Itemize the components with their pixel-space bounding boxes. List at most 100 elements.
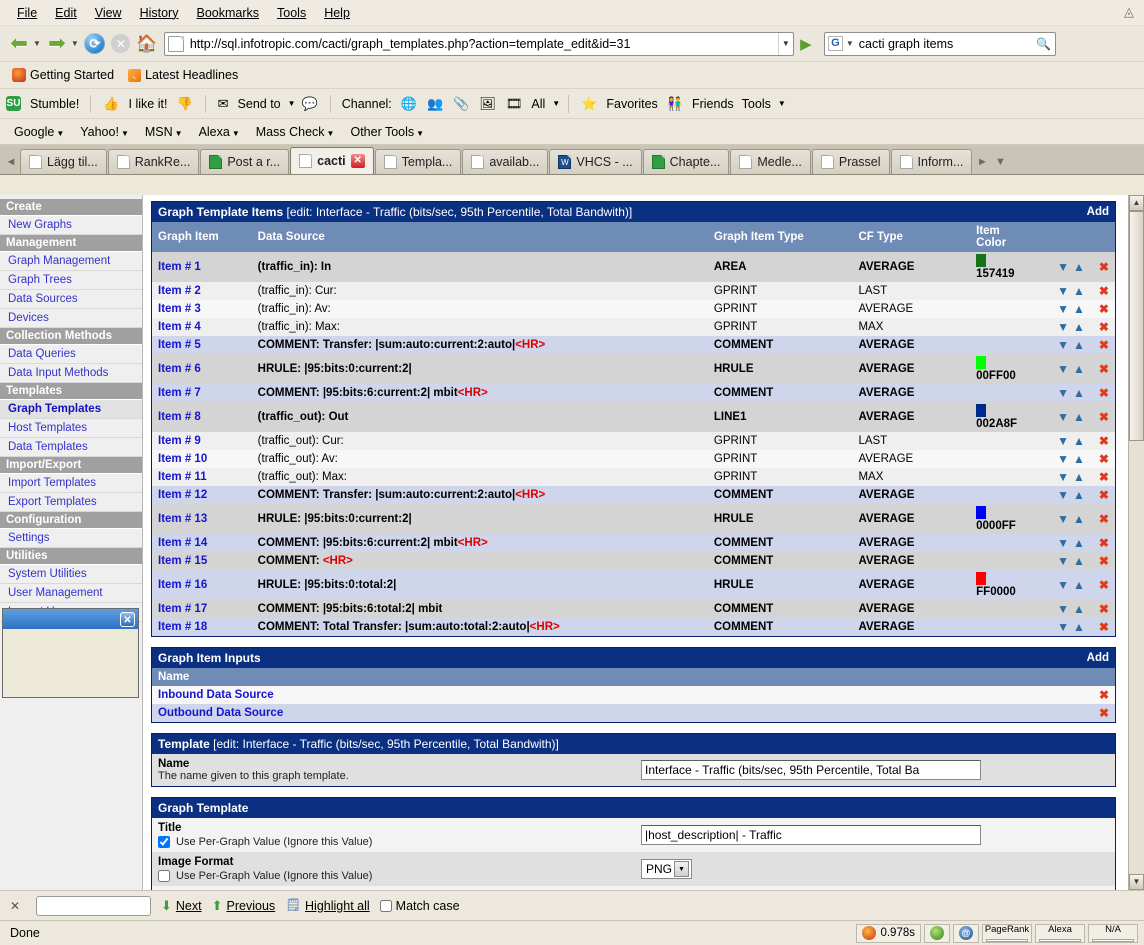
delete-icon[interactable]: ✖ [1099, 470, 1109, 484]
sidebar-item-data-queries[interactable]: Data Queries [0, 345, 142, 364]
graph-item-link[interactable]: Item # 3 [158, 303, 201, 315]
menu-file[interactable]: File [8, 3, 46, 23]
tab-rankre[interactable]: RankRe... [107, 149, 200, 174]
delete-icon[interactable]: ✖ [1099, 410, 1109, 424]
search-input[interactable] [856, 35, 1033, 52]
graph-item-link[interactable]: Item # 17 [158, 603, 207, 615]
sidebar-item-new-graphs[interactable]: New Graphs [0, 216, 142, 235]
graph-item-link[interactable]: Item # 16 [158, 579, 207, 591]
sidebar-item-host-templates[interactable]: Host Templates [0, 419, 142, 438]
delete-icon[interactable]: ✖ [1099, 452, 1109, 466]
arrow-up-icon[interactable]: ▲ [1073, 320, 1085, 334]
menu-history[interactable]: History [131, 3, 188, 23]
arrow-down-icon[interactable]: ▼ [1057, 578, 1069, 592]
send-to-button[interactable]: Send to [235, 96, 284, 112]
tab-medle[interactable]: Medle... [730, 149, 811, 174]
chevron-down-icon[interactable]: ▼ [778, 99, 786, 108]
match-case-checkbox[interactable]: Match case [379, 899, 460, 913]
reload-button[interactable]: ⟳ [82, 31, 108, 57]
delete-icon[interactable]: ✖ [1099, 554, 1109, 568]
tab-prassel[interactable]: Prassel [811, 149, 890, 174]
delete-icon[interactable]: ✖ [1099, 338, 1109, 352]
graph-item-link[interactable]: Item # 11 [158, 471, 207, 483]
arrow-up-icon[interactable]: ▲ [1073, 602, 1085, 616]
graph-item-link[interactable]: Item # 2 [158, 285, 201, 297]
graph-item-link[interactable]: Item # 14 [158, 537, 207, 549]
arrow-up-icon[interactable]: ▲ [1073, 260, 1085, 274]
at-indicator[interactable]: @ [953, 923, 979, 943]
tab-chapte[interactable]: Chapte... [642, 149, 730, 174]
graph-item-link[interactable]: Item # 8 [158, 411, 201, 423]
all-button[interactable]: All [528, 96, 548, 112]
sidebar-item-export-templates[interactable]: Export Templates [0, 493, 142, 512]
arrow-up-icon[interactable]: ▲ [1073, 410, 1085, 424]
tab-vhcs[interactable]: W VHCS - ... [549, 149, 642, 174]
chevron-down-icon[interactable]: ▼ [674, 861, 690, 877]
engine-yahoo[interactable]: Yahoo! ▼ [74, 123, 135, 141]
scrollbar-track[interactable] [1129, 441, 1144, 874]
graph-item-link[interactable]: Item # 10 [158, 453, 207, 465]
arrow-down-icon[interactable]: ▼ [1057, 338, 1069, 352]
delete-icon[interactable]: ✖ [1099, 602, 1109, 616]
stumble-button[interactable]: Stumble! [27, 96, 82, 112]
arrow-down-icon[interactable]: ▼ [1057, 434, 1069, 448]
per-graph-value-input[interactable] [158, 870, 170, 882]
arrow-up-icon[interactable]: ▲ [1073, 488, 1085, 502]
arrow-down-icon[interactable]: ▼ [1057, 284, 1069, 298]
add-graph-item-input-link[interactable]: Add [1087, 652, 1109, 664]
scroll-up-icon[interactable]: ▲ [1129, 195, 1144, 211]
photo-icon[interactable]: 🖼 [479, 96, 496, 112]
arrow-down-icon[interactable]: ▼ [1057, 362, 1069, 376]
tab-scroll-left-icon[interactable]: ◄ [2, 156, 20, 174]
close-icon[interactable]: ✕ [4, 899, 26, 913]
graph-item-input-link[interactable]: Inbound Data Source [158, 689, 274, 701]
video-icon[interactable]: 🎞 [506, 96, 523, 112]
arrow-up-icon[interactable]: ▲ [1073, 434, 1085, 448]
delete-icon[interactable]: ✖ [1099, 488, 1109, 502]
arrow-down-icon[interactable]: ▼ [1057, 554, 1069, 568]
home-button[interactable]: 🏠 [134, 31, 160, 57]
delete-icon[interactable]: ✖ [1099, 260, 1109, 274]
per-graph-value-checkbox[interactable]: Use Per-Graph Value (Ignore this Value) [158, 836, 631, 848]
arrow-up-icon[interactable]: ▲ [1073, 620, 1085, 634]
match-case-input[interactable] [379, 899, 392, 912]
tab-lagg-til[interactable]: Lägg til... [20, 149, 107, 174]
back-button[interactable]: ⬅ [6, 31, 32, 57]
web-of-trust-indicator[interactable] [924, 923, 950, 943]
graph-item-link[interactable]: Item # 9 [158, 435, 201, 447]
sidebar-item-data-sources[interactable]: Data Sources [0, 290, 142, 309]
arrow-up-icon[interactable]: ▲ [1073, 554, 1085, 568]
arrow-up-icon[interactable]: ▲ [1073, 536, 1085, 550]
favorites-button[interactable]: Favorites [603, 96, 660, 112]
tab-list-dropdown-icon[interactable]: ▼ [991, 156, 1009, 174]
sidebar-item-system-utilities[interactable]: System Utilities [0, 565, 142, 584]
per-graph-value-input[interactable] [158, 836, 170, 848]
chevron-down-icon[interactable]: ▼ [552, 99, 560, 108]
na-indicator[interactable]: N/A [1088, 923, 1138, 943]
comment-icon[interactable]: 💬 [302, 96, 318, 112]
delete-icon[interactable]: ✖ [1099, 434, 1109, 448]
forward-dropdown-icon[interactable]: ▼ [71, 39, 79, 48]
find-input[interactable] [36, 895, 151, 916]
window-control-icon[interactable]: ◬ [1120, 3, 1138, 21]
scrollbar-thumb[interactable] [1129, 211, 1144, 441]
arrow-down-icon[interactable]: ▼ [1057, 602, 1069, 616]
graph-item-link[interactable]: Item # 5 [158, 339, 201, 351]
delete-icon[interactable]: ✖ [1099, 302, 1109, 316]
sidebar-item-data-input-methods[interactable]: Data Input Methods [0, 364, 142, 383]
menu-bookmarks[interactable]: Bookmarks [187, 3, 268, 23]
arrow-up-icon[interactable]: ▲ [1073, 452, 1085, 466]
highlight-all-button[interactable]: 🗒 Highlight all [285, 898, 370, 913]
arrow-down-icon[interactable]: ▼ [1057, 620, 1069, 634]
sidebar-item-graph-trees[interactable]: Graph Trees [0, 271, 142, 290]
find-next-button[interactable]: ⬇ Next [161, 898, 202, 914]
arrow-down-icon[interactable]: ▼ [1057, 488, 1069, 502]
chevron-down-icon[interactable]: ▼ [288, 99, 296, 108]
paperclip-icon[interactable]: 📎 [453, 96, 469, 112]
arrow-up-icon[interactable]: ▲ [1073, 284, 1085, 298]
delete-icon[interactable]: ✖ [1099, 688, 1109, 702]
close-icon[interactable]: ✕ [350, 154, 365, 168]
graph-item-link[interactable]: Item # 7 [158, 387, 201, 399]
arrow-down-icon[interactable]: ▼ [1057, 320, 1069, 334]
delete-icon[interactable]: ✖ [1099, 620, 1109, 634]
